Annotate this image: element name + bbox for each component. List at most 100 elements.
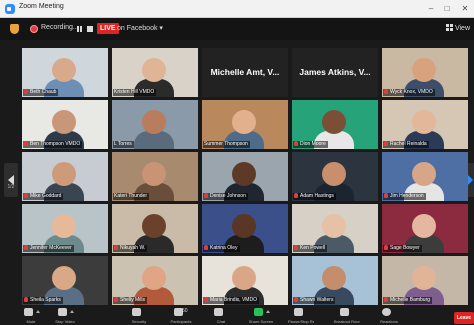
gallery-view: Beth Chaub Kristen Hill VMDO Michelle Amt,…	[22, 47, 472, 305]
participant-tile[interactable]: Denise Johnson	[202, 152, 288, 201]
shield-icon[interactable]	[10, 24, 19, 34]
participant-face	[52, 58, 76, 82]
recording-icon	[30, 25, 38, 33]
pause-stop-icon	[294, 308, 303, 316]
participant-name: Jennifer McKeever	[30, 245, 72, 251]
chevron-up-icon[interactable]	[266, 310, 270, 313]
muted-microphone-icon	[24, 141, 28, 146]
stop-recording-icon[interactable]	[87, 26, 93, 32]
participant-tile[interactable]: Rachel Reinalda	[382, 100, 468, 149]
participant-tile[interactable]: Wyck Knox, VMDO	[382, 48, 468, 97]
muted-microphone-icon	[384, 297, 388, 302]
participant-tile[interactable]: Dion Moore	[292, 100, 378, 149]
view-button[interactable]: View	[445, 24, 470, 32]
participant-name: Kristen Hill VMDO	[114, 89, 155, 95]
shield-icon	[132, 308, 141, 316]
participant-tile[interactable]: Shelly Mills	[112, 256, 198, 305]
window-title: Zoom Meeting	[19, 3, 64, 10]
share-screen-button[interactable]: Share Screen	[248, 307, 274, 325]
participant-name: Jim Henderson	[390, 193, 424, 199]
participant-face	[52, 214, 76, 238]
pause-recording-icon[interactable]	[77, 26, 82, 32]
participant-name: Michelle Amt, V...	[210, 67, 280, 77]
recording-status: Recording...	[41, 24, 79, 31]
participant-label: Adam Hastings	[293, 193, 336, 200]
participant-name: Maria Brindis, VMDO	[210, 297, 257, 303]
participant-name: Summer Thompson	[204, 141, 248, 147]
participant-tile[interactable]: L Torres	[112, 100, 198, 149]
muted-microphone-icon	[384, 89, 388, 94]
stop-video-button[interactable]: Stop Video	[52, 307, 78, 325]
muted-microphone-icon	[204, 193, 208, 198]
muted-microphone-icon	[114, 245, 118, 250]
muted-microphone-icon	[24, 245, 28, 250]
participant-name: Mike Goddard	[30, 193, 62, 199]
participant-name: Shawn Walters	[300, 297, 334, 303]
participants-button[interactable]: 50 Participants	[168, 307, 194, 325]
participant-tile[interactable]: James Atkins, V...	[292, 48, 378, 97]
chat-button[interactable]: Chat	[208, 307, 234, 325]
leave-button[interactable]: Leave	[454, 312, 474, 324]
participant-tile[interactable]: Jennifer McKeever	[22, 204, 108, 253]
live-destination-menu[interactable]: on Facebook ▾	[117, 24, 163, 32]
participant-name: Dion Moore	[300, 141, 326, 147]
participant-face	[322, 110, 346, 134]
video-label: Stop Video	[55, 319, 75, 324]
muted-microphone-icon	[294, 297, 298, 302]
maximize-button[interactable]: □	[440, 3, 454, 15]
participant-label: Wyck Knox, VMDO	[383, 89, 435, 96]
chevron-up-icon[interactable]	[36, 310, 40, 313]
participant-label: Shawn Walters	[293, 297, 336, 304]
muted-microphone-icon	[204, 297, 208, 302]
participant-name: L Torres	[114, 141, 132, 147]
previous-page-button[interactable]	[4, 163, 18, 197]
participant-tile[interactable]: Jim Henderson	[382, 152, 468, 201]
participant-name: Katrina Oley	[210, 245, 238, 251]
participant-name: Sage Bowyer	[390, 245, 420, 251]
participant-face	[142, 162, 166, 186]
participant-tile[interactable]: Nikuyah W.	[112, 204, 198, 253]
participant-tile[interactable]: Katrina Oley	[202, 204, 288, 253]
participant-tile[interactable]: Mike Goddard	[22, 152, 108, 201]
participants-count: 50	[182, 308, 188, 314]
close-button[interactable]: ✕	[458, 3, 472, 15]
participant-label: Ken Powell	[293, 245, 328, 252]
meeting-topbar: Recording... LIVE on Facebook ▾ View	[0, 18, 474, 40]
participant-tile[interactable]: Maria Brindis, VMDO	[202, 256, 288, 305]
reactions-button[interactable]: Reactions	[376, 307, 402, 325]
breakout-rooms-button[interactable]: Breakout Rooms	[334, 307, 360, 325]
participant-tile[interactable]: Ben Thompson VMDO	[22, 100, 108, 149]
participant-tile[interactable]: Sage Bowyer	[382, 204, 468, 253]
chat-icon	[214, 308, 223, 316]
participant-tile[interactable]: Kateri Thunder	[112, 152, 198, 201]
participant-label: Michelle Bamburg	[383, 297, 433, 304]
chevron-up-icon[interactable]	[70, 310, 74, 313]
muted-microphone-icon	[24, 297, 28, 302]
participant-label: Kristen Hill VMDO	[113, 89, 157, 96]
participant-tile[interactable]: Beth Chaub	[22, 48, 108, 97]
participant-tile[interactable]: Adam Hastings	[292, 152, 378, 201]
participant-label: Sheila Sparks	[23, 297, 63, 304]
participant-tile[interactable]: Shawn Walters	[292, 256, 378, 305]
participant-tile[interactable]: Summer Thompson	[202, 100, 288, 149]
participant-tile[interactable]: Michelle Amt, V...	[202, 48, 288, 97]
participant-tile[interactable]: Sheila Sparks	[22, 256, 108, 305]
minimize-button[interactable]: –	[424, 3, 438, 15]
record-label: Pause/Stop Recording	[288, 319, 314, 324]
view-label: View	[454, 25, 470, 32]
participant-tile[interactable]: Ken Powell	[292, 204, 378, 253]
page-indicator: 1/2	[7, 184, 15, 190]
participant-tile[interactable]: Kristen Hill VMDO	[112, 48, 198, 97]
participant-face	[412, 162, 436, 186]
security-button[interactable]: Security	[126, 307, 152, 325]
mute-button[interactable]: Mute	[18, 307, 44, 325]
share-label: Share Screen	[248, 319, 274, 324]
security-label: Security	[131, 319, 147, 324]
participant-name: Ken Powell	[300, 245, 326, 251]
participant-name: Shelly Mills	[120, 297, 146, 303]
muted-microphone-icon	[294, 141, 298, 146]
participant-tile[interactable]: Michelle Bamburg	[382, 256, 468, 305]
participant-name: Nikuyah W.	[120, 245, 146, 251]
pause-stop-recording-button[interactable]: Pause/Stop Recording	[288, 307, 314, 325]
participant-face	[52, 110, 76, 134]
